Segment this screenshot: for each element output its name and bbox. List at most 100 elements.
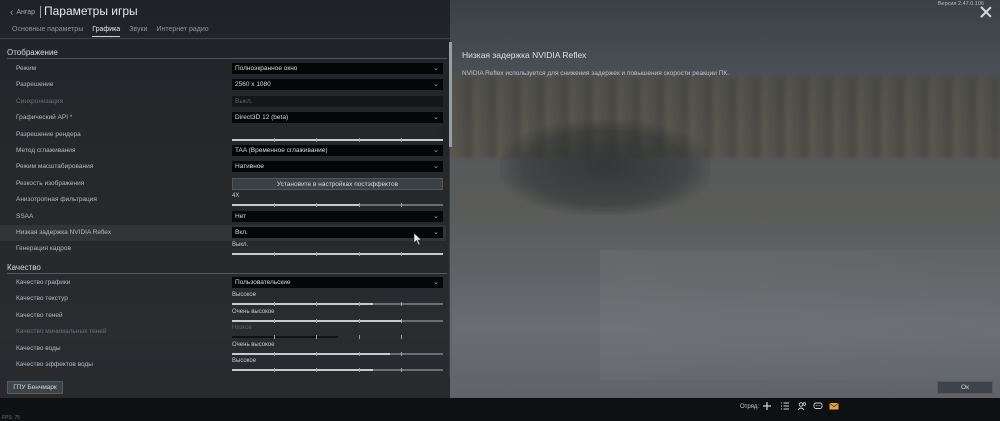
setting-dropdown[interactable]: Вкл. ⌄ [232, 227, 443, 238]
slider-value: 4X [232, 193, 240, 200]
slider-fill [232, 138, 443, 141]
quality-setting-row: Качество минимальных теней Низкое [0, 324, 446, 340]
slider-fill [232, 336, 338, 339]
slider-tick [316, 368, 317, 372]
version-label: Версия 2.47.0.106 [937, 1, 984, 7]
chat-icon[interactable] [813, 401, 823, 411]
display-setting-row: Генерация кадров Выкл. [0, 241, 446, 257]
setting-label: Метод сглаживания [16, 147, 76, 154]
background-tank [500, 120, 710, 215]
slider-tick [401, 203, 402, 208]
slider-tick [401, 335, 402, 340]
setting-dropdown[interactable]: Direct3D 12 (beta) ⌄ [232, 112, 443, 124]
slider-tick [316, 137, 317, 142]
slider-track [232, 203, 443, 208]
mail-icon[interactable] [829, 401, 839, 411]
slider-tick [274, 252, 275, 257]
slider-track [232, 318, 443, 323]
dropdown-value: TAA (Временное сглаживание) [235, 147, 328, 154]
slider-fill [232, 253, 443, 256]
settings-scrollbar[interactable] [449, 42, 452, 377]
back-to-hangar-link[interactable]: ‹ Ангар [10, 7, 36, 18]
slider-tick [274, 335, 275, 340]
setting-label: Резкость изображения [16, 179, 85, 187]
setting-label: Графический API * [16, 114, 73, 122]
tab-internet-radio[interactable]: Интернет радио [156, 26, 208, 37]
setting-dropdown[interactable]: Полноэкранное окно ⌄ [232, 63, 443, 74]
section-title-display: Отображение [7, 48, 58, 57]
plus-icon[interactable] [762, 401, 772, 411]
quality-setting-row: Качество графики Пользовательские ⌄ [0, 275, 446, 291]
chevron-down-icon: ⌄ [433, 163, 439, 171]
dropdown-value: 2560 x 1080 [235, 81, 271, 89]
slider-tick [316, 318, 317, 323]
display-setting-row: Анизотропная фильтрация 4X [0, 192, 446, 208]
slider-track [232, 368, 443, 372]
chevron-down-icon: ⌄ [433, 212, 439, 220]
display-setting-row: Разрешение рендера [0, 127, 446, 143]
display-setting-row: Разрешение 2560 x 1080 ⌄ [0, 77, 446, 93]
quality-setting-row: Качество эффектов воды Высокое [0, 357, 446, 373]
list-icon[interactable] [780, 401, 790, 411]
display-setting-row: Синхронизация Выкл. [0, 94, 446, 110]
tabs-divider [0, 38, 450, 39]
slider-tick [359, 368, 360, 372]
setting-dropdown: Выкл. [232, 95, 443, 107]
setting-dropdown[interactable]: TAA (Временное сглаживание) ⌄ [232, 145, 443, 156]
ok-button[interactable]: Ок [937, 381, 993, 394]
slider-tick [401, 137, 402, 142]
slider-tick [316, 252, 317, 257]
slider-tick [274, 318, 275, 323]
slider-tick [401, 368, 402, 372]
back-label: Ангар [16, 9, 36, 16]
slider-fill [232, 204, 359, 207]
slider-tick [274, 203, 275, 208]
display-setting-row: Низкая задержка NVIDIA Reflex Вкл. ⌄ [0, 225, 446, 241]
setting-label: SSAA [16, 212, 34, 220]
slider-value: Выкл. [232, 242, 249, 249]
gpu-benchmark-button[interactable]: ГПУ Бенчмарк [7, 381, 63, 394]
scrollbar-thumb[interactable] [449, 42, 452, 147]
chevron-down-icon: ⌄ [433, 65, 439, 72]
setting-dropdown[interactable]: Нативное ⌄ [232, 161, 443, 173]
chevron-left-icon: ‹ [10, 7, 14, 18]
tab-sound[interactable]: Звуки [129, 26, 147, 37]
setting-slider[interactable]: 4X [232, 192, 443, 208]
slider-tick [274, 137, 275, 142]
setting-dropdown[interactable]: Нет ⌄ [232, 210, 443, 222]
info-title: Низкая задержка NVIDIA Reflex [462, 50, 587, 60]
setting-slider[interactable]: Высокое [232, 291, 443, 307]
chevron-down-icon: ⌄ [433, 229, 439, 236]
tab-general[interactable]: Основные параметры [12, 26, 83, 37]
chevron-down-icon: ⌄ [433, 147, 439, 154]
display-setting-row: SSAA Нет ⌄ [0, 209, 446, 225]
close-icon[interactable] [980, 6, 992, 18]
slider-track [232, 351, 443, 356]
postfx-settings-button[interactable]: Установите в настройках постэффектов [232, 177, 443, 190]
squad-label: Отряд: [740, 404, 760, 410]
tab-bar: Основные параметры Графика Звуки Интерне… [12, 26, 209, 37]
setting-slider[interactable] [232, 127, 443, 143]
slider-tick [359, 335, 360, 340]
dropdown-value: Пользовательские [235, 279, 291, 286]
dropdown-value: Нет [235, 212, 247, 220]
tab-graphics[interactable]: Графика [92, 26, 121, 37]
setting-label: Низкая задержка NVIDIA Reflex [16, 229, 112, 236]
setting-slider[interactable]: Очень высокое [232, 341, 443, 357]
setting-slider[interactable]: Высокое [232, 357, 443, 373]
slider-fill [232, 303, 373, 306]
background-road [600, 250, 1000, 380]
slider-tick [316, 203, 317, 208]
setting-label: Генерация кадров [16, 245, 71, 253]
setting-label: Качество воды [16, 344, 61, 352]
setting-slider[interactable]: Выкл. [232, 241, 443, 257]
setting-slider[interactable]: Очень высокое [232, 308, 443, 324]
chevron-down-icon: ⌄ [433, 279, 439, 286]
quality-setting-row: Качество текстур Высокое [0, 291, 446, 307]
people-icon[interactable] [797, 401, 807, 411]
setting-dropdown[interactable]: 2560 x 1080 ⌄ [232, 79, 443, 91]
chevron-down-icon: ⌄ [433, 81, 439, 89]
setting-dropdown[interactable]: Пользовательские ⌄ [232, 277, 443, 288]
slider-track [232, 302, 443, 307]
slider-value: Низкое [232, 325, 252, 332]
